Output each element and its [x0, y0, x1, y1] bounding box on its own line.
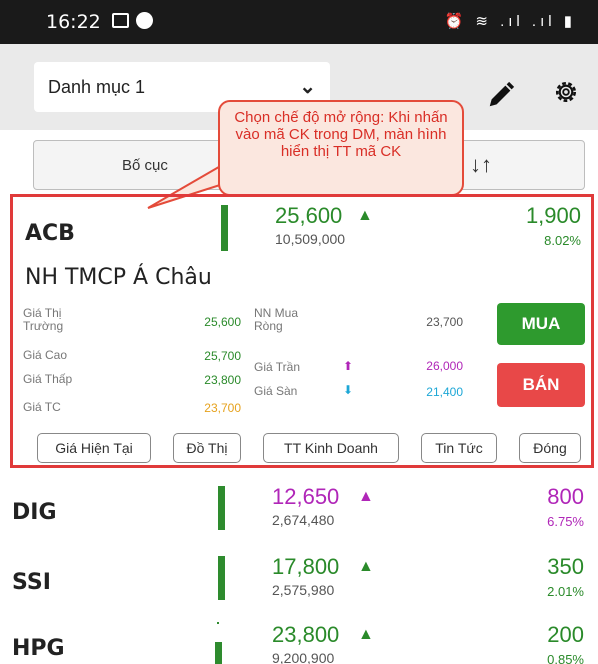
- status-icons: ⏰ ≋ .ıl .ıl ▮: [444, 13, 576, 30]
- floor-value: 21,400: [426, 385, 463, 399]
- price-bar: [215, 642, 222, 664]
- annotation-callout: Chọn chế độ mở rộng: Khi nhấn vào mã CK …: [218, 100, 464, 196]
- price-bar: [221, 205, 228, 251]
- gear-icon[interactable]: [552, 78, 580, 106]
- up-arrow-icon: ▲: [357, 207, 373, 224]
- ceiling-value: 26,000: [426, 359, 463, 373]
- sell-button[interactable]: BÁN: [497, 363, 585, 407]
- stock-price: 17,800: [272, 554, 340, 579]
- high-label: Giá Cao: [23, 348, 68, 362]
- pencil-icon[interactable]: [486, 80, 516, 110]
- stock-row-acb[interactable]: ACB 25,600 ▲ 10,509,000 1,900 8.02%: [13, 197, 591, 259]
- price-wick: [217, 622, 219, 624]
- price-bar: [218, 486, 225, 530]
- stock-change: 350: [547, 554, 584, 579]
- stock-volume: 9,200,900: [272, 650, 335, 664]
- stock-change: 200: [547, 622, 584, 647]
- market-price-value: 25,600: [204, 315, 241, 329]
- stock-percent: 6.75%: [547, 514, 584, 529]
- ref-value: 23,700: [204, 401, 241, 415]
- up-arrow-icon: ▲: [358, 488, 374, 505]
- stock-row-dig[interactable]: DIG 12,650 ▲ 2,674,480 800 6.75%: [0, 480, 598, 540]
- ceiling-arrow-icon: ⬆: [343, 359, 354, 373]
- stock-volume: 2,674,480: [272, 512, 335, 528]
- stock-percent: 8.02%: [544, 233, 581, 248]
- stock-percent: 2.01%: [547, 584, 584, 599]
- market-price-label: Giá Thị Trường: [23, 306, 64, 333]
- stock-price: 23,800: [272, 622, 340, 647]
- tab-business-info[interactable]: TT Kinh Doanh: [263, 433, 399, 463]
- stock-symbol: HPG: [12, 636, 65, 661]
- gallery-icon: [112, 13, 129, 28]
- company-name: NH TMCP Á Châu: [25, 265, 212, 290]
- foreign-net-value: 23,700: [426, 315, 463, 329]
- expanded-stock-card: ACB 25,600 ▲ 10,509,000 1,900 8.02% NH T…: [10, 194, 594, 468]
- clock: 16:22: [46, 11, 101, 33]
- tab-news[interactable]: Tin Tức: [421, 433, 497, 463]
- price-bar: [218, 556, 225, 600]
- stock-row-hpg[interactable]: HPG 23,800 ▲ 9,200,900 200 0.85%: [0, 620, 598, 664]
- stock-percent: 0.85%: [547, 652, 584, 664]
- foreign-net-label: NN Mua Ròng: [254, 306, 299, 333]
- ceiling-label: Giá Trần: [254, 360, 301, 374]
- floor-arrow-icon: ⬇: [343, 383, 354, 397]
- ref-label: Giá TC: [23, 400, 61, 414]
- sort-icon[interactable]: ↓↑: [470, 152, 492, 178]
- watchlist-label: Danh mục 1: [48, 77, 146, 97]
- stock-symbol: DIG: [12, 500, 57, 525]
- stock-price: 12,650: [272, 484, 340, 509]
- high-value: 25,700: [204, 349, 241, 363]
- stock-change: 1,900: [525, 203, 581, 228]
- up-arrow-icon: ▲: [358, 626, 374, 643]
- close-button[interactable]: Đóng: [519, 433, 581, 463]
- low-label: Giá Thấp: [23, 372, 73, 386]
- stock-symbol: SSI: [12, 570, 51, 595]
- stock-price: 25,600: [275, 203, 343, 228]
- low-value: 23,800: [204, 373, 241, 387]
- stock-change: 800: [547, 484, 584, 509]
- tab-chart[interactable]: Đồ Thị: [173, 433, 241, 463]
- stock-symbol: ACB: [25, 221, 75, 246]
- buy-button[interactable]: MUA: [497, 303, 585, 345]
- callout-text: Chọn chế độ mở rộng: Khi nhấn vào mã CK …: [234, 109, 448, 160]
- floor-label: Giá Sàn: [254, 384, 298, 398]
- tab-current-price[interactable]: Giá Hiện Tại: [37, 433, 151, 463]
- status-bar: 16:22 ⏰ ≋ .ıl .ıl ▮: [0, 0, 598, 44]
- stock-row-ssi[interactable]: SSI 17,800 ▲ 2,575,980 350 2.01%: [0, 550, 598, 610]
- stock-volume: 2,575,980: [272, 582, 335, 598]
- chevron-down-icon: ⌄: [299, 76, 316, 98]
- stock-volume: 10,509,000: [275, 231, 346, 247]
- message-icon: [136, 12, 153, 29]
- up-arrow-icon: ▲: [358, 558, 374, 575]
